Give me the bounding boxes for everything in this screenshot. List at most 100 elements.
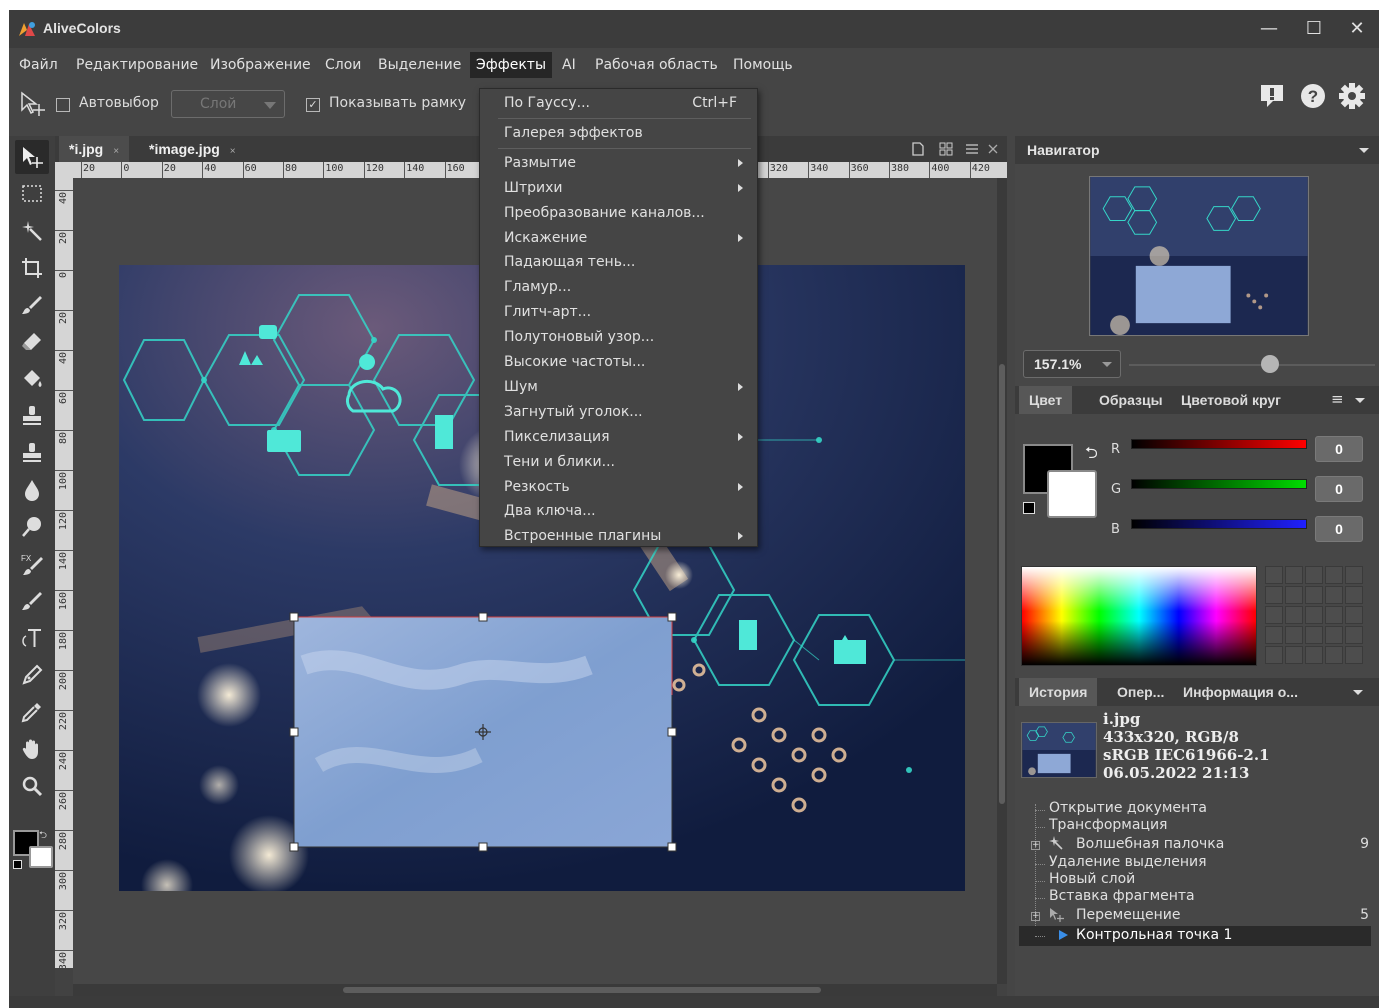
eraser-tool[interactable] bbox=[15, 325, 49, 359]
history-item[interactable]: Новый слой bbox=[1049, 871, 1135, 887]
tab-image-jpg[interactable]: *image.jpg × bbox=[139, 136, 246, 162]
scrollbar-thumb[interactable] bbox=[343, 987, 821, 993]
swatch-cell[interactable] bbox=[1265, 586, 1283, 604]
layer-select[interactable]: Слой bbox=[171, 90, 285, 118]
effects-brush-tool[interactable]: FX bbox=[15, 547, 49, 581]
swatch-cell[interactable] bbox=[1285, 566, 1303, 584]
stamp-alt-tool[interactable] bbox=[15, 436, 49, 470]
maximize-button[interactable]: ☐ bbox=[1297, 16, 1331, 42]
swatch-cell[interactable] bbox=[1325, 566, 1343, 584]
brush-tool[interactable] bbox=[15, 288, 49, 322]
swatch-cell[interactable] bbox=[1285, 606, 1303, 624]
grid-view-icon[interactable] bbox=[939, 142, 953, 156]
eyedropper-tool[interactable] bbox=[15, 695, 49, 729]
panel-menu-icon[interactable]: ≡ bbox=[1331, 390, 1344, 408]
effects-menu-item[interactable]: Размытие bbox=[480, 151, 757, 175]
chevron-down-icon[interactable] bbox=[1353, 690, 1363, 695]
channel-b-slider[interactable] bbox=[1131, 519, 1307, 529]
channel-g-value[interactable]: 0 bbox=[1315, 476, 1363, 502]
effects-menu-item[interactable]: Штрихи bbox=[480, 176, 757, 200]
crop-tool[interactable] bbox=[15, 251, 49, 285]
expand-icon[interactable]: + bbox=[1031, 841, 1040, 850]
history-item[interactable]: Трансформация bbox=[1049, 817, 1167, 833]
chevron-down-icon[interactable] bbox=[1355, 398, 1365, 403]
effects-menu-item[interactable]: Галерея эффектов bbox=[480, 121, 757, 145]
swatch-cell[interactable] bbox=[1265, 646, 1283, 664]
effects-menu-item[interactable]: Глитч-арт... bbox=[480, 300, 757, 324]
tab-history[interactable]: История bbox=[1019, 678, 1098, 706]
menu-ai[interactable]: AI bbox=[556, 52, 582, 78]
text-tool[interactable] bbox=[15, 621, 49, 655]
show-frame-checkbox[interactable]: ✓ bbox=[306, 98, 320, 112]
history-snapshot-thumbnail[interactable] bbox=[1021, 722, 1097, 778]
history-item[interactable]: Удаление выделения bbox=[1049, 854, 1207, 870]
effects-menu-item[interactable]: Падающая тень... bbox=[480, 250, 757, 274]
background-color-swatch[interactable] bbox=[1047, 470, 1097, 518]
swatch-cell[interactable] bbox=[1325, 606, 1343, 624]
channel-g-slider[interactable] bbox=[1131, 479, 1307, 489]
menu-layers[interactable]: Слои bbox=[319, 52, 367, 78]
tab-swatches[interactable]: Образцы bbox=[1089, 386, 1173, 414]
menu-selection[interactable]: Выделение bbox=[372, 52, 467, 78]
background-color-swatch[interactable] bbox=[29, 846, 53, 868]
effects-menu-item[interactable]: Высокие частоты... bbox=[480, 350, 757, 374]
effects-menu-item[interactable]: Тени и блики... bbox=[480, 450, 757, 474]
swatch-cell[interactable] bbox=[1265, 626, 1283, 644]
effects-menu-item[interactable]: Полутоновый узор... bbox=[480, 325, 757, 349]
menu-help[interactable]: Помощь bbox=[727, 52, 799, 78]
effects-menu-item[interactable]: Два ключа... bbox=[480, 499, 757, 523]
fill-tool[interactable] bbox=[15, 362, 49, 396]
stamp-tool[interactable] bbox=[15, 399, 49, 433]
swatch-cell[interactable] bbox=[1285, 626, 1303, 644]
swap-colors-icon[interactable]: ⮌ bbox=[39, 828, 47, 845]
channel-r-value[interactable]: 0 bbox=[1315, 436, 1363, 462]
channel-r-slider[interactable] bbox=[1131, 439, 1307, 449]
swatch-cell[interactable] bbox=[1265, 606, 1283, 624]
expand-icon[interactable]: + bbox=[1031, 912, 1040, 921]
swatch-cell[interactable] bbox=[1325, 586, 1343, 604]
tab-color[interactable]: Цвет bbox=[1019, 386, 1073, 414]
menu-workspace[interactable]: Рабочая область bbox=[589, 52, 724, 78]
effects-menu-item[interactable]: Встроенные плагины bbox=[480, 524, 757, 548]
swatch-cell[interactable] bbox=[1265, 566, 1283, 584]
effects-menu-item[interactable]: Загнутый уголок... bbox=[480, 400, 757, 424]
menu-file[interactable]: Файл bbox=[13, 52, 64, 78]
menu-effects[interactable]: Эффекты bbox=[470, 52, 552, 78]
effects-menu-item[interactable]: Пикселизация bbox=[480, 425, 757, 449]
swatch-cell[interactable] bbox=[1325, 626, 1343, 644]
history-item[interactable]: Волшебная палочка bbox=[1076, 836, 1224, 852]
swap-colors-icon[interactable]: ⮌ bbox=[1085, 442, 1098, 469]
default-colors-icon[interactable] bbox=[13, 860, 22, 869]
swatch-cell[interactable] bbox=[1325, 646, 1343, 664]
tab-info[interactable]: Информация о... bbox=[1173, 678, 1308, 706]
close-panel-icon[interactable] bbox=[987, 143, 999, 155]
swatch-cell[interactable] bbox=[1305, 566, 1323, 584]
history-item[interactable]: Перемещение bbox=[1076, 907, 1180, 923]
close-button[interactable]: ✕ bbox=[1340, 16, 1374, 42]
new-document-icon[interactable] bbox=[911, 142, 925, 156]
tab-color-wheel[interactable]: Цветовой круг bbox=[1171, 386, 1291, 414]
history-item-selected[interactable]: Контрольная точка 1 bbox=[1076, 927, 1232, 943]
swatch-cell[interactable] bbox=[1305, 646, 1323, 664]
history-item[interactable]: Вставка фрагмента bbox=[1049, 888, 1195, 904]
vertical-scrollbar[interactable] bbox=[997, 178, 1007, 984]
move-tool[interactable] bbox=[15, 140, 49, 174]
blur-tool[interactable] bbox=[15, 473, 49, 507]
pen-tool[interactable] bbox=[15, 658, 49, 692]
swatch-cell[interactable] bbox=[1285, 646, 1303, 664]
swatch-cell[interactable] bbox=[1305, 626, 1323, 644]
menu-edit[interactable]: Редактирование bbox=[70, 52, 204, 78]
swatch-cell[interactable] bbox=[1345, 626, 1363, 644]
zoom-input[interactable]: 157.1% bbox=[1023, 350, 1121, 378]
marquee-tool[interactable] bbox=[15, 177, 49, 211]
close-icon[interactable]: × bbox=[113, 146, 119, 157]
minimize-button[interactable]: — bbox=[1252, 16, 1286, 42]
recent-swatches-grid[interactable] bbox=[1265, 566, 1365, 666]
history-item[interactable]: Открытие документа bbox=[1049, 800, 1207, 816]
smudge-tool[interactable] bbox=[15, 584, 49, 618]
swatch-cell[interactable] bbox=[1345, 586, 1363, 604]
chevron-down-icon[interactable] bbox=[1359, 148, 1369, 153]
effects-menu-item[interactable]: Гламур... bbox=[480, 275, 757, 299]
close-icon[interactable]: × bbox=[230, 146, 236, 157]
tab-operations[interactable]: Опер... bbox=[1107, 678, 1174, 706]
